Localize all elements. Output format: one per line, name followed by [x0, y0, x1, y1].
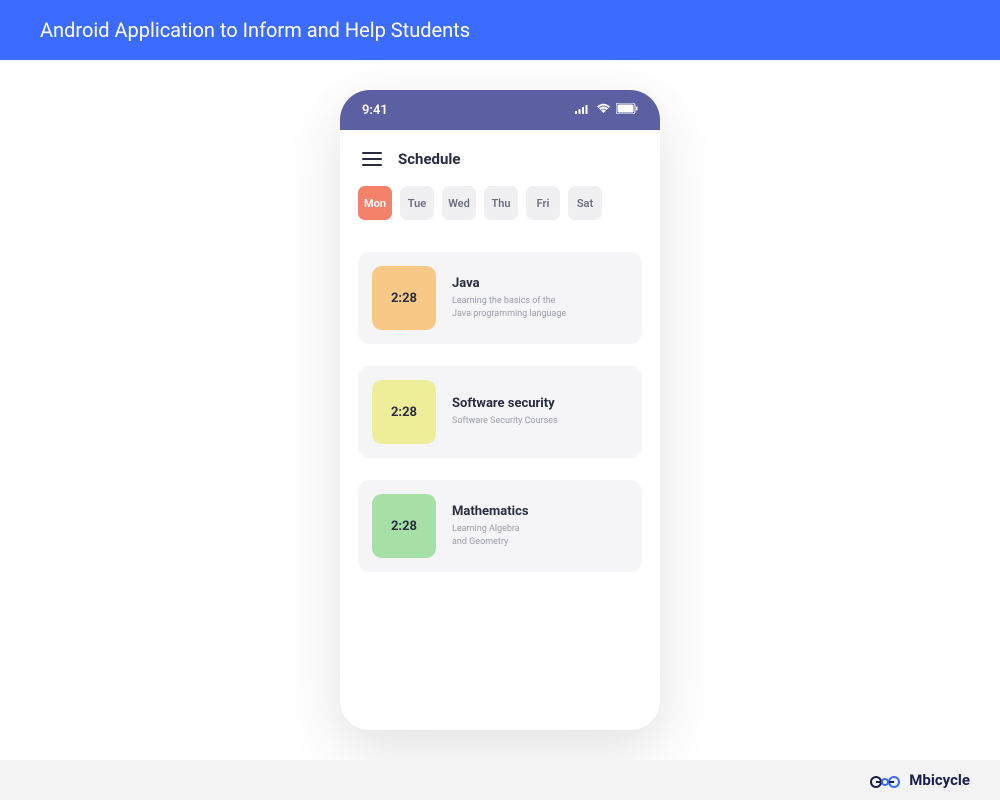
- screen-title: Schedule: [398, 150, 460, 168]
- time-block: 2:28: [372, 266, 436, 330]
- app-header: Schedule: [340, 130, 660, 186]
- page-header-banner: Android Application to Inform and Help S…: [0, 0, 1000, 60]
- tab-wed[interactable]: Wed: [442, 186, 476, 220]
- course-info: Software security Software Security Cour…: [452, 396, 558, 428]
- battery-icon: [616, 103, 638, 118]
- footer: Mbicycle: [0, 760, 1000, 800]
- status-icons: [575, 103, 638, 118]
- schedule-card-mathematics[interactable]: 2:28 Mathematics Learning Algebra and Ge…: [358, 480, 642, 572]
- course-description: Learning Algebra and Geometry: [452, 523, 529, 548]
- signal-icon: [575, 103, 591, 118]
- status-time: 9:41: [362, 103, 388, 118]
- schedule-card-security[interactable]: 2:28 Software security Software Security…: [358, 366, 642, 458]
- tab-thu[interactable]: Thu: [484, 186, 518, 220]
- course-info: Java Learning the basics of the Java pro…: [452, 276, 566, 320]
- phone-mockup: 9:41: [340, 90, 660, 730]
- course-description: Software Security Courses: [452, 415, 558, 428]
- brand-name: Mbicycle: [909, 771, 970, 789]
- tab-sat[interactable]: Sat: [568, 186, 602, 220]
- course-info: Mathematics Learning Algebra and Geometr…: [452, 504, 529, 548]
- status-bar: 9:41: [340, 90, 660, 130]
- tab-fri[interactable]: Fri: [526, 186, 560, 220]
- course-title: Java: [452, 276, 566, 291]
- schedule-list: 2:28 Java Learning the basics of the Jav…: [340, 228, 660, 596]
- course-title: Mathematics: [452, 504, 529, 519]
- stage: 9:41: [0, 60, 1000, 760]
- day-tabs: Mon Tue Wed Thu Fri Sat: [340, 186, 660, 228]
- menu-icon[interactable]: [362, 152, 382, 166]
- brand-logo-icon: [869, 771, 901, 789]
- schedule-card-java[interactable]: 2:28 Java Learning the basics of the Jav…: [358, 252, 642, 344]
- time-block: 2:28: [372, 494, 436, 558]
- tab-mon[interactable]: Mon: [358, 186, 392, 220]
- course-description: Learning the basics of the Java programm…: [452, 295, 566, 320]
- page-title: Android Application to Inform and Help S…: [40, 18, 470, 42]
- course-title: Software security: [452, 396, 558, 411]
- tab-tue[interactable]: Tue: [400, 186, 434, 220]
- wifi-icon: [596, 103, 611, 118]
- time-block: 2:28: [372, 380, 436, 444]
